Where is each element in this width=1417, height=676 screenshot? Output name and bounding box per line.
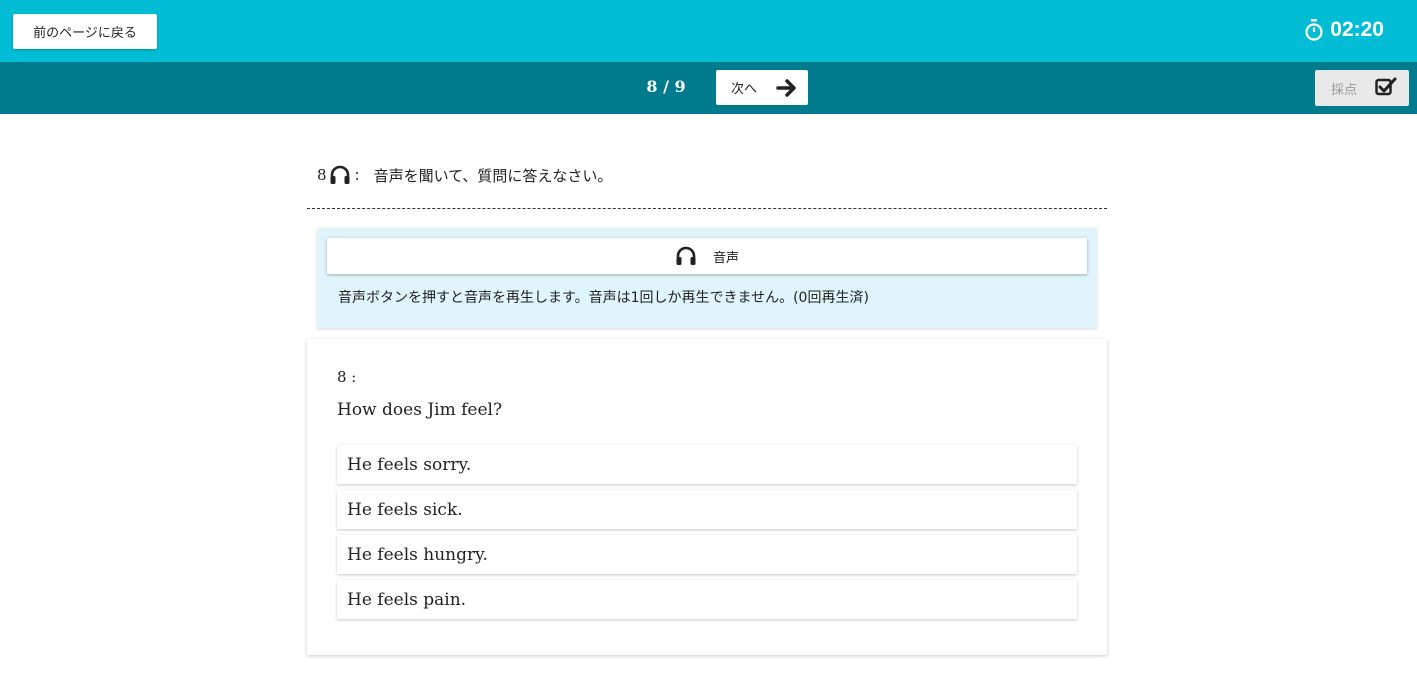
choice-option[interactable]: He feels sick. [337, 490, 1077, 529]
dashed-divider [307, 208, 1107, 209]
audio-note: 音声ボタンを押すと音声を再生します。音声は1回しか再生できません。(0回再生済) [338, 290, 869, 306]
audio-panel: 音声 音声ボタンを押すと音声を再生します。音声は1回しか再生できません。(0回再… [317, 228, 1097, 328]
question-header: 8 : 音声を聞いて、質問に答えなさい。 [317, 162, 612, 188]
grade-label: 採点 [1331, 82, 1358, 98]
question-card: 8 : How does Jim feel? He feels sorry. H… [307, 339, 1107, 655]
headphones-icon [676, 246, 696, 265]
timer-value: 02:20 [1330, 18, 1384, 41]
question-instruction: 音声を聞いて、質問に答えなさい。 [373, 166, 613, 185]
top-bar: 前のページに戻る 02:20 [0, 0, 1417, 62]
stopwatch-icon [1305, 19, 1323, 41]
audio-button-label: 音声 [712, 250, 739, 266]
question-separator: : [354, 166, 360, 184]
page-counter: 8 / 9 [646, 77, 686, 96]
arrow-right-icon [776, 79, 796, 97]
grade-button[interactable]: 採点 [1315, 70, 1409, 106]
choice-option[interactable]: He feels sorry. [337, 445, 1077, 484]
next-button[interactable]: 次へ [716, 70, 808, 105]
question-number: 8 [317, 166, 327, 184]
headphones-icon [330, 165, 350, 184]
audio-play-button[interactable]: 音声 [327, 238, 1087, 274]
checkbox-checked-icon [1375, 77, 1397, 96]
choice-option[interactable]: He feels hungry. [337, 535, 1077, 574]
nav-bar: 8 / 9 次へ 採点 [0, 62, 1417, 114]
back-button[interactable]: 前のページに戻る [13, 14, 157, 49]
card-question-text: How does Jim feel? [337, 400, 503, 420]
choice-option[interactable]: He feels pain. [337, 580, 1077, 619]
card-question-number: 8 : [337, 368, 357, 386]
next-label: 次へ [731, 82, 758, 97]
timer: 02:20 [1304, 17, 1384, 43]
